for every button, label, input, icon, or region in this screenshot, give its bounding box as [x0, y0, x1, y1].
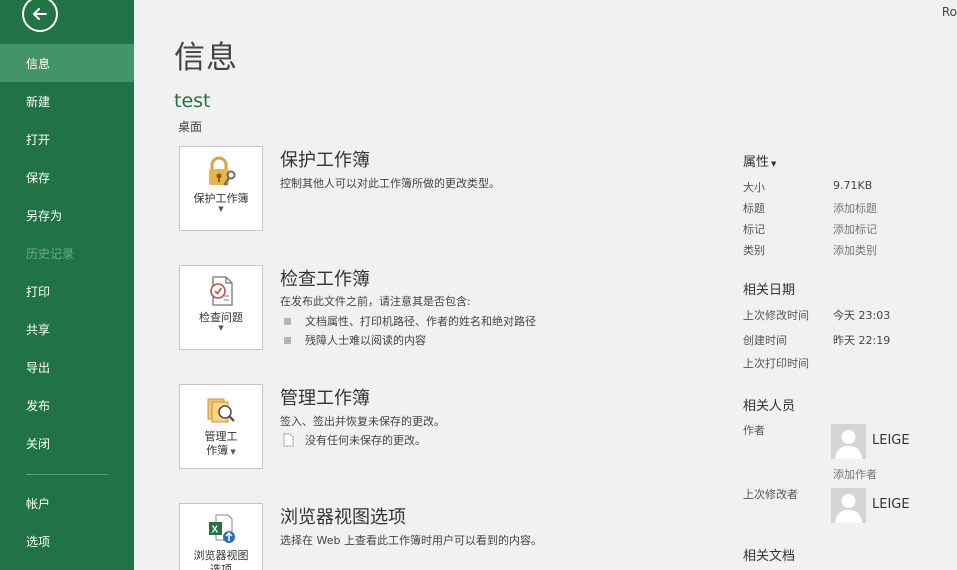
nav-save[interactable]: 保存 — [0, 158, 134, 196]
nav-print[interactable]: 打印 — [0, 272, 134, 310]
author-avatar — [831, 424, 866, 459]
nav-save-as[interactable]: 另存为 — [0, 196, 134, 234]
properties-heading-text: 属性 — [743, 155, 770, 170]
excel-web-icon: X — [204, 512, 238, 546]
browser-view-desc: 选择在 Web 上查看此工作簿时用户可以看到的内容。 — [280, 534, 542, 547]
manage-title: 管理工作簿 — [280, 388, 370, 409]
properties-heading[interactable]: 属性 ▼ — [743, 151, 776, 170]
backstage-info-view: Ro 信息 新建 打开 保存 另存为 历史记录 打印 共享 导出 发布 关闭 帐… — [0, 0, 957, 570]
back-button[interactable] — [22, 0, 58, 32]
modified-by-avatar — [831, 488, 866, 523]
chevron-down-icon: ▼ — [771, 160, 777, 168]
protect-desc: 控制其他人可以对此工作簿所做的更改类型。 — [280, 177, 500, 190]
add-tags-field[interactable]: 添加标记 — [833, 221, 877, 237]
chevron-down-icon: ▼ — [228, 448, 236, 456]
add-title-field[interactable]: 添加标题 — [833, 200, 877, 216]
document-name: test — [174, 90, 211, 112]
nav-options[interactable]: 选项 — [0, 522, 134, 560]
account-name[interactable]: Ro — [942, 5, 957, 19]
chevron-down-icon: ▼ — [218, 205, 224, 213]
inspect-title: 检查工作簿 — [280, 269, 370, 290]
inspect-document-icon — [204, 274, 238, 308]
author-label: 作者 — [743, 424, 765, 437]
nav-publish[interactable]: 发布 — [0, 386, 134, 424]
inspect-desc: 在发布此文件之前，请注意其是否包含: — [280, 295, 471, 308]
manage-desc: 签入、签出并恢复未保存的更改。 — [280, 415, 445, 428]
check-issues-tile-label: 检查问题 — [199, 311, 243, 324]
backstage-sidebar: 信息 新建 打开 保存 另存为 历史记录 打印 共享 导出 发布 关闭 帐户 选… — [0, 0, 134, 570]
unsaved-changes-row: 没有任何未保存的更改。 — [282, 432, 426, 448]
page-title: 信息 — [174, 40, 238, 76]
bullet-square-icon — [284, 317, 291, 325]
svg-text:X: X — [212, 525, 219, 536]
last-modified-label: 上次修改时间 — [743, 309, 809, 322]
person-icon — [835, 494, 862, 523]
nav-share[interactable]: 共享 — [0, 310, 134, 348]
manage-tile-line2: 作簿 — [206, 444, 229, 457]
bullet-square-icon — [284, 336, 291, 344]
created-label: 创建时间 — [743, 334, 787, 347]
related-dates-heading: 相关日期 — [743, 283, 796, 298]
protect-tile-label: 保护工作簿 — [193, 192, 249, 205]
browser-view-options-button[interactable]: X 浏览器视图 选项 — [179, 503, 263, 570]
inspect-bullet: 文档属性、打印机路径、作者的姓名和绝对路径 — [284, 313, 536, 329]
size-label: 大小 — [743, 181, 765, 194]
nav-export[interactable]: 导出 — [0, 348, 134, 386]
protect-title: 保护工作簿 — [280, 150, 370, 171]
manage-tile-line1: 管理工 — [204, 430, 238, 443]
check-issues-button[interactable]: 检查问题 ▼ — [179, 265, 263, 350]
last-printed-label: 上次打印时间 — [743, 357, 809, 370]
inspect-bullet: 残障人士难以阅读的内容 — [284, 332, 426, 348]
author-name[interactable]: LEIGE — [872, 433, 910, 448]
browser-view-tile-line1: 浏览器视图 — [193, 549, 249, 562]
inspect-bullet-text: 残障人士难以阅读的内容 — [305, 334, 426, 347]
nav-close[interactable]: 关闭 — [0, 424, 134, 462]
nav-history: 历史记录 — [26, 246, 75, 261]
last-modified-value: 今天 23:03 — [833, 309, 891, 322]
nav-info[interactable]: 信息 — [0, 44, 134, 82]
back-arrow-icon — [33, 8, 47, 20]
nav-account[interactable]: 帐户 — [0, 484, 134, 522]
unsaved-changes-text: 没有任何未保存的更改。 — [305, 434, 426, 447]
add-category-field[interactable]: 添加类别 — [833, 242, 877, 258]
tags-label: 标记 — [743, 223, 765, 236]
inspect-bullet-text: 文档属性、打印机路径、作者的姓名和绝对路径 — [305, 315, 536, 328]
created-value: 昨天 22:19 — [833, 334, 891, 347]
document-location[interactable]: 桌面 — [178, 118, 202, 135]
browser-view-title: 浏览器视图选项 — [280, 507, 406, 528]
chevron-down-icon: ▼ — [218, 324, 224, 332]
lock-key-icon — [204, 155, 238, 189]
related-documents-heading: 相关文档 — [743, 549, 796, 564]
size-value: 9.71KB — [833, 179, 873, 192]
last-modified-by-label: 上次修改者 — [743, 488, 798, 501]
modified-by-name[interactable]: LEIGE — [872, 497, 910, 512]
document-icon — [283, 433, 294, 447]
person-icon — [835, 430, 862, 459]
nav-new[interactable]: 新建 — [0, 82, 134, 120]
manage-workbook-button[interactable]: 管理工 作簿 ▼ — [179, 384, 263, 469]
nav-open[interactable]: 打开 — [0, 120, 134, 158]
protect-workbook-button[interactable]: 保护工作簿 ▼ — [179, 146, 263, 231]
manage-tile-label: 管理工 作簿 ▼ — [205, 430, 238, 458]
add-author-field[interactable]: 添加作者 — [833, 466, 877, 482]
browser-view-tile-line2: 选项 — [210, 563, 232, 570]
browser-view-tile-label: 浏览器视图 选项 — [194, 549, 249, 570]
nav-divider — [26, 474, 108, 475]
related-people-heading: 相关人员 — [743, 399, 796, 414]
category-label: 类别 — [743, 244, 765, 257]
title-label: 标题 — [743, 202, 765, 215]
manage-versions-icon — [204, 393, 238, 427]
